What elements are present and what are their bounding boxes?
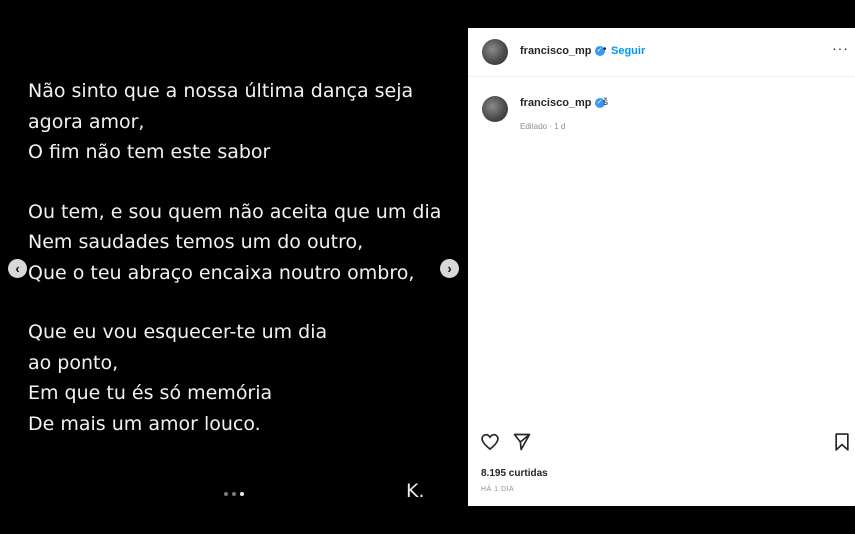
caption-text: š	[603, 97, 608, 108]
poem-signature: K.	[406, 480, 425, 502]
save-button[interactable]	[832, 432, 854, 454]
more-options-icon[interactable]: ···	[832, 40, 849, 56]
avatar[interactable]	[482, 96, 508, 122]
poem-line: ao ponto,	[28, 351, 119, 374]
poem-text: Não sinto que a nossa última dança seja …	[28, 76, 458, 468]
bookmark-icon	[835, 433, 849, 451]
poem-line: Ou tem, e sou quem não aceita que um dia	[28, 200, 442, 223]
next-slide-button[interactable]: ›	[440, 259, 459, 278]
poem-line: Não sinto que a nossa última dança seja	[28, 80, 414, 102]
avatar[interactable]	[482, 39, 508, 65]
username-link[interactable]: francisco_mp ✓	[520, 45, 605, 57]
separator-dot: •	[603, 44, 607, 55]
poem-line: Que o teu abraço encaixa noutro ombro,	[28, 261, 415, 284]
poem-line: agora amor,	[28, 110, 145, 133]
likes-count[interactable]: 8.195 curtidas	[481, 468, 548, 479]
carousel-indicator	[224, 492, 244, 496]
caption-username-label: francisco_mp	[520, 97, 592, 109]
follow-button[interactable]: Seguir	[611, 45, 645, 57]
edited-timestamp: Editado · 1 d	[520, 122, 566, 131]
share-button[interactable]	[512, 432, 534, 454]
previous-slide-button[interactable]: ‹	[8, 259, 27, 278]
send-icon	[513, 433, 531, 451]
chevron-right-icon: ›	[447, 261, 452, 276]
carousel-dot-active	[240, 492, 244, 496]
poem-stanza: Que eu vou esquecer-te um dia ao ponto, …	[28, 317, 458, 439]
poem-stanza: Não sinto que a nossa última dança seja …	[28, 76, 458, 168]
poem-line: Nem saudades temos um do outro,	[28, 231, 364, 253]
poem-line: Em que tu és só memória	[28, 382, 273, 404]
chevron-left-icon: ‹	[15, 261, 20, 276]
heart-icon	[481, 433, 499, 451]
post-media: Não sinto que a nossa última dança seja …	[0, 28, 468, 506]
poem-line: Que eu vou esquecer-te um dia	[28, 321, 328, 343]
poem-line: De mais um amor louco.	[28, 412, 261, 435]
action-bar	[468, 432, 855, 456]
poem-line: O fim não tem este sabor	[28, 141, 271, 163]
like-button[interactable]	[480, 432, 502, 454]
post-panel: francisco_mp ✓ • Seguir ··· francisco_mp ✓…	[468, 28, 855, 506]
carousel-dot	[224, 492, 228, 496]
poem-stanza: Ou tem, e sou quem não aceita que um dia…	[28, 197, 458, 289]
carousel-dot	[232, 492, 236, 496]
username-label: francisco_mp	[520, 45, 592, 57]
caption-username-link[interactable]: francisco_mp ✓	[520, 97, 605, 109]
post-header: francisco_mp ✓ • Seguir ···	[468, 28, 855, 77]
post-timestamp: HÁ 1 DIA	[481, 486, 515, 493]
